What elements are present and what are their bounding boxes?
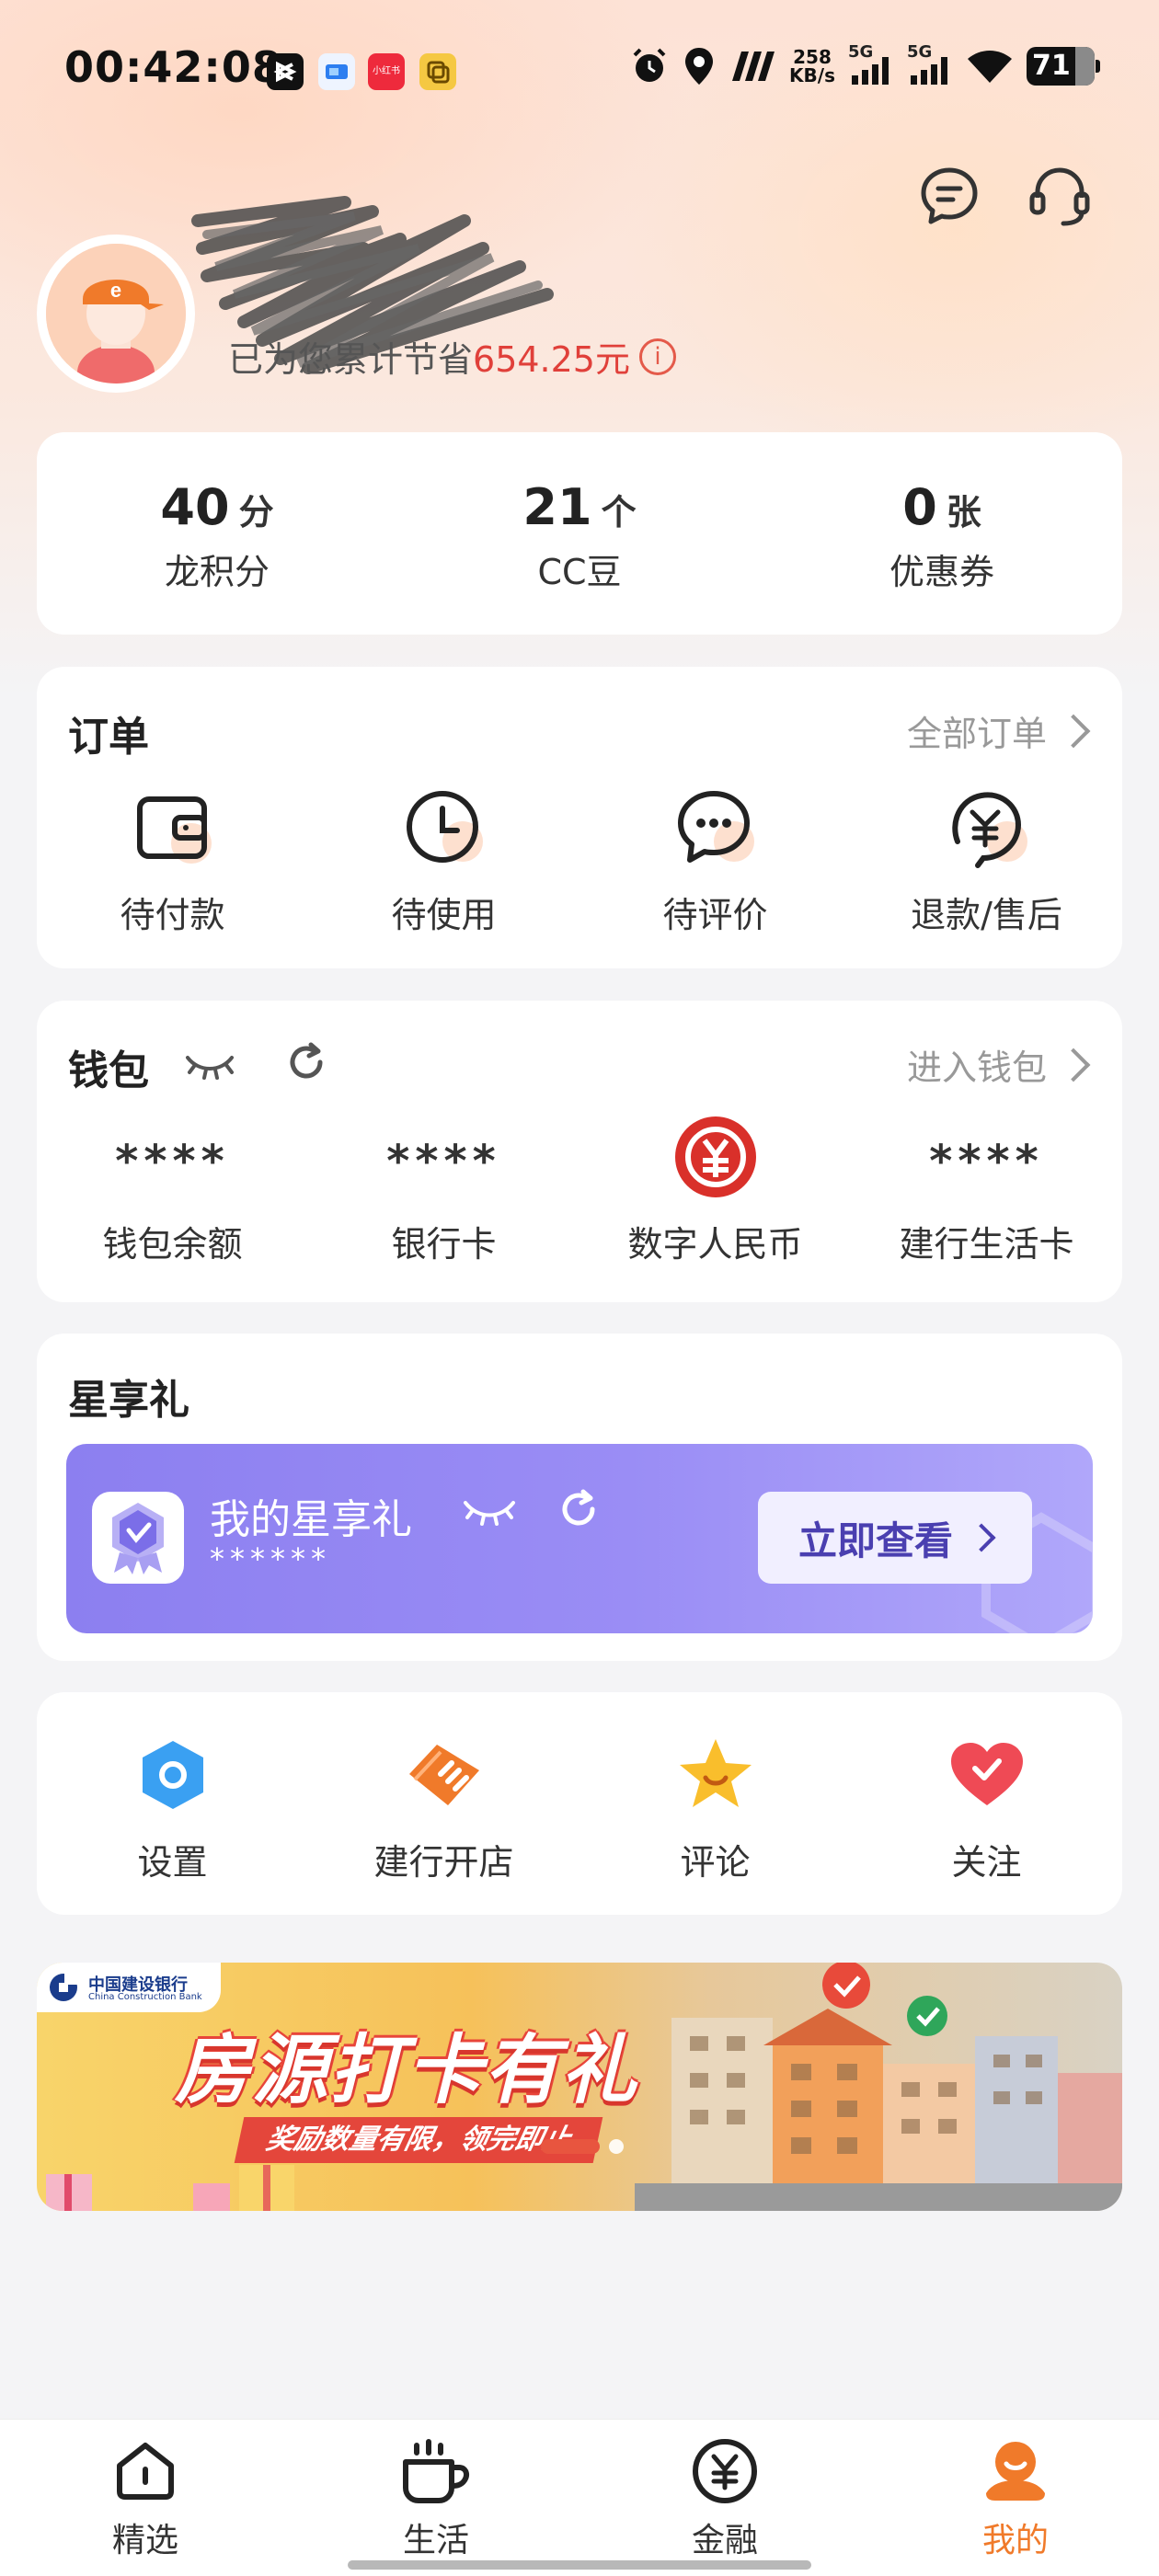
svg-text:e: e (110, 279, 121, 302)
buildings-illustration (635, 1963, 1122, 2211)
chevron-right-icon (967, 1523, 996, 1552)
status-time: 00:42:08 (64, 42, 282, 92)
gift-boxes-illustration (46, 2165, 294, 2211)
chevron-right-icon (1056, 714, 1091, 748)
customer-service-icon[interactable] (1025, 161, 1095, 231)
heart-icon (851, 1729, 1122, 1821)
tool-follow[interactable]: 关注 (851, 1729, 1122, 1884)
enter-wallet-link[interactable]: 进入钱包 (907, 1039, 1091, 1090)
tab-mine[interactable]: 我的 (924, 2433, 1107, 2561)
settings-icon (37, 1729, 308, 1821)
capcut-icon (267, 53, 304, 90)
alarm-icon (633, 48, 666, 82)
order-pending-review[interactable]: 待评价 (580, 782, 851, 937)
battery-empty-fill (1074, 47, 1095, 86)
tool-settings[interactable]: 设置 (37, 1729, 308, 1884)
signal-1: 5G (848, 42, 894, 86)
star-gift-card-title: 我的星享礼 (210, 1496, 412, 1543)
eye-closed-icon[interactable] (462, 1490, 517, 1528)
banner-title: 房源打卡有礼 (175, 2027, 638, 2114)
carousel-dot (609, 2139, 624, 2154)
wallet-life-card[interactable]: **** 建行生活卡 (851, 1111, 1122, 1266)
refresh-icon[interactable] (556, 1486, 602, 1532)
app-blue-icon (318, 53, 355, 90)
bank-tag: 中国建设银行 China Construction Bank (37, 1963, 221, 2012)
savings-amount: 654.25元 (473, 339, 630, 380)
star-gift-card: 星享礼 我的星享礼 ****** 立即查看 (37, 1334, 1122, 1661)
tool-review[interactable]: 评论 (580, 1729, 851, 1884)
avatar[interactable]: e (37, 235, 195, 393)
home-icon (53, 2433, 237, 2510)
wallet-title: 钱包 (68, 1048, 149, 1094)
all-orders-link[interactable]: 全部订单 (907, 705, 1091, 756)
stats-card: 40 分 龙积分 21 个 CC豆 0张 优惠券 (37, 432, 1122, 635)
ccb-logo-icon (50, 1972, 79, 2001)
star-gift-title: 星享礼 (68, 1377, 189, 1424)
star-icon (580, 1729, 851, 1821)
location-icon (685, 48, 714, 85)
profile-icon (924, 2433, 1107, 2510)
savings-prefix: 已为您累计节省 (228, 339, 474, 380)
order-pending-use[interactable]: 待使用 (308, 782, 580, 937)
wallet-bank-card[interactable]: **** 银行卡 (308, 1111, 580, 1266)
status-right: 258 KB/s 5G 5G 71 (629, 42, 1100, 86)
nfc-icon (732, 52, 775, 81)
promo-banner[interactable]: 中国建设银行 China Construction Bank 房源打卡有礼 奖励… (37, 1963, 1122, 2211)
refund-icon (851, 782, 1122, 874)
info-icon[interactable]: i (638, 338, 676, 375)
carousel-dot-active (541, 2139, 600, 2154)
tool-open-shop[interactable]: 建行开店 (308, 1729, 580, 1884)
signal-2: 5G (907, 42, 953, 86)
wallet-card: 钱包 进入钱包 **** 钱包余额 **** 银行卡 数字人民币 **** 建行… (37, 1001, 1122, 1302)
chevron-right-icon (1056, 1048, 1091, 1082)
message-icon[interactable] (914, 161, 984, 231)
stat-coupons[interactable]: 0张 优惠券 (795, 478, 1089, 594)
home-indicator[interactable] (348, 2560, 811, 2570)
network-speed: 258 KB/s (789, 46, 835, 86)
tab-bar: 精选 生活 金融 我的 (0, 2419, 1159, 2576)
battery-indicator: 71 (1027, 47, 1100, 86)
eye-closed-icon[interactable] (184, 1045, 235, 1082)
refresh-icon[interactable] (283, 1039, 329, 1085)
star-gift-banner[interactable]: 我的星享礼 ****** 立即查看 (66, 1444, 1093, 1633)
wallet-icon (37, 782, 308, 874)
cup-icon (344, 2433, 528, 2510)
tab-life[interactable]: 生活 (344, 2433, 528, 2561)
stat-cc-beans[interactable]: 21 个 CC豆 (432, 478, 727, 594)
app-yellow-icon (419, 53, 456, 90)
clock-icon (308, 782, 580, 874)
carousel-dots[interactable] (541, 2139, 624, 2154)
orders-title: 订单 (68, 714, 149, 761)
chat-icon (580, 782, 851, 874)
order-refund[interactable]: 退款/售后 (851, 782, 1122, 937)
tab-featured[interactable]: 精选 (53, 2433, 237, 2561)
order-pending-payment[interactable]: 待付款 (37, 782, 308, 937)
tab-finance[interactable]: 金融 (633, 2433, 817, 2561)
star-gift-value: ****** (210, 1541, 331, 1576)
orders-card: 订单 全部订单 待付款 待使用 待评价 退款/售后 (37, 667, 1122, 968)
bank-name-en: China Construction Bank (88, 1992, 202, 2002)
savings-summary[interactable]: 已为您累计节省 654.25元 i (228, 331, 676, 382)
xiaohongshu-icon: 小红书 (368, 53, 405, 90)
shop-icon (308, 1729, 580, 1821)
digital-rmb-icon (580, 1111, 851, 1203)
tools-card: 设置 建行开店 评论 关注 (37, 1692, 1122, 1915)
wifi-icon (968, 51, 1012, 83)
wallet-balance[interactable]: **** 钱包余额 (37, 1111, 308, 1266)
view-now-button[interactable]: 立即查看 (758, 1492, 1032, 1584)
finance-icon (633, 2433, 817, 2510)
stat-points[interactable]: 40 分 龙积分 (70, 478, 364, 594)
star-gift-badge-icon (92, 1492, 184, 1584)
wallet-digital-rmb[interactable]: 数字人民币 (580, 1111, 851, 1266)
